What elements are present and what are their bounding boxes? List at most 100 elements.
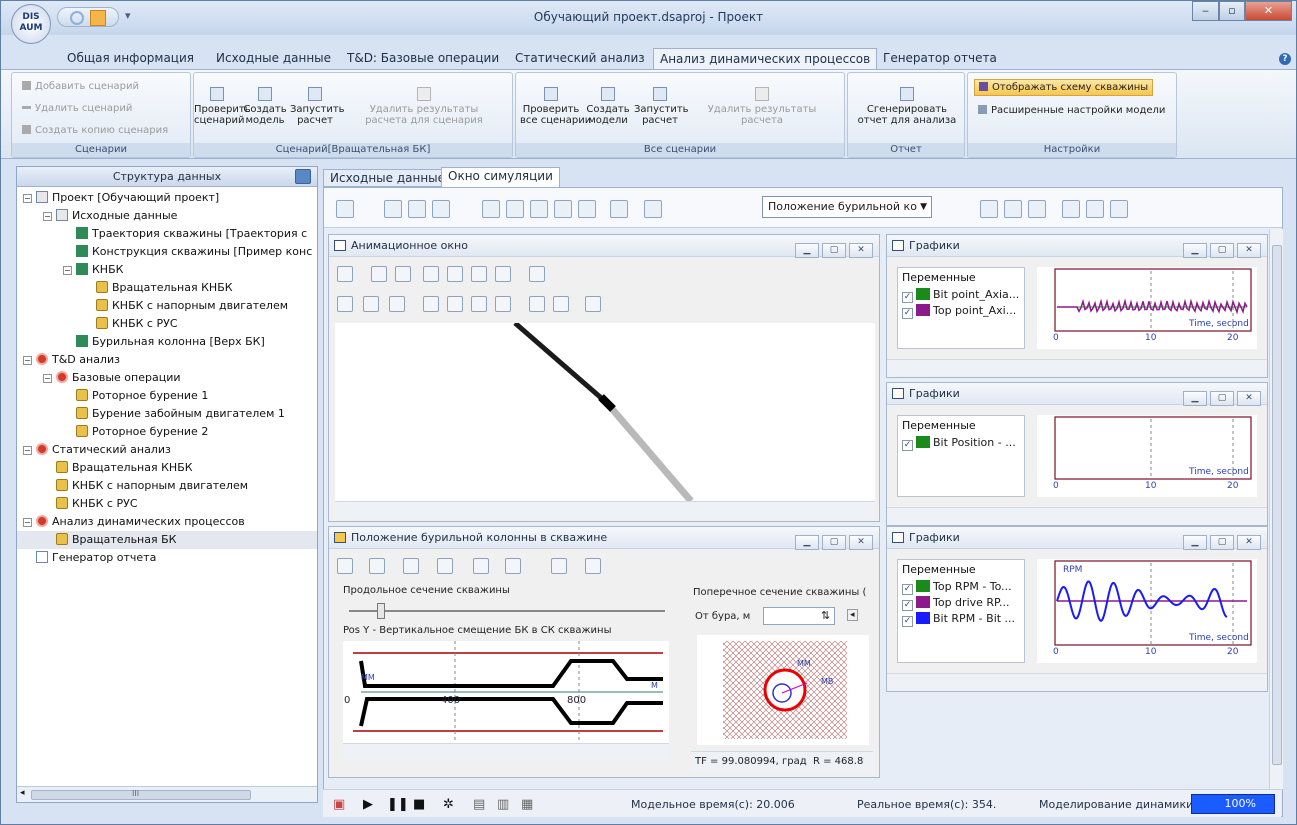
stop-red-icon[interactable]: ▣ [333, 797, 345, 812]
frame-icon[interactable] [505, 558, 521, 574]
new-window-icon[interactable] [384, 200, 402, 218]
histogram-icon[interactable] [1086, 200, 1104, 218]
tree-item[interactable]: − Проект [Обучающий проект] [17, 189, 317, 207]
advanced-settings-button[interactable]: Расширенные настройки модели [978, 105, 1165, 116]
tree-item[interactable]: Роторное бурение 2 [17, 423, 317, 441]
light-icon[interactable] [529, 296, 545, 312]
show-well-scheme-button[interactable]: Отображать схему скважины [974, 79, 1154, 96]
tree-item[interactable]: Траектория скважины [Траектория с [17, 225, 317, 243]
cube-solid-icon[interactable] [363, 296, 379, 312]
tree-item[interactable]: − Статический анализ [17, 441, 317, 459]
tab-doc-simulation[interactable]: Окно симуляции [441, 167, 560, 187]
scroll-left-icon[interactable]: ◂ [847, 609, 858, 621]
tree-item[interactable]: Вращательная БК [17, 531, 317, 549]
tree-item[interactable]: КНБК с напорным двигателем [17, 477, 317, 495]
fit-icon[interactable] [437, 558, 453, 574]
frame-3-icon[interactable]: ▦ [521, 797, 533, 812]
graph-plot[interactable]: 0 10 20 Time, second RPM [1037, 559, 1257, 663]
tree-item[interactable]: Вращательная КНБК [17, 279, 317, 297]
tree-item[interactable]: Вращательная КНБК [17, 459, 317, 477]
tree-item[interactable]: − Анализ динамических процессов [17, 513, 317, 531]
snapshot-icon[interactable] [336, 200, 354, 218]
run-calc-button[interactable]: Запустить расчет [290, 87, 345, 126]
layers-icon[interactable] [473, 558, 489, 574]
checkbox[interactable]: ✓ [902, 584, 913, 595]
tree-expand-icon[interactable]: − [23, 356, 32, 365]
variable-row[interactable]: ✓ Top point_Axi... [898, 303, 1024, 319]
pause-icon[interactable]: ❚❚ [387, 797, 409, 812]
variable-row[interactable]: ✓ Bit RPM - Bit ... [898, 611, 1024, 627]
scroll-thumb[interactable]: III [31, 789, 251, 800]
maximize-button[interactable]: ▢ [1210, 391, 1234, 406]
minimize-button[interactable]: ‒ [1192, 1, 1219, 21]
wand-icon[interactable] [644, 200, 662, 218]
create-models-button[interactable]: Создать модели [584, 87, 632, 126]
animation-canvas[interactable] [335, 321, 875, 504]
camera-icon[interactable] [337, 266, 353, 282]
open-icon[interactable] [530, 200, 548, 218]
delete-all-results-button[interactable]: Удалить результаты расчета [690, 87, 834, 126]
tree-item[interactable]: КНБК с РУС [17, 495, 317, 513]
tree-item[interactable]: − Базовые операции [17, 369, 317, 387]
tree-expand-icon[interactable]: − [23, 194, 32, 203]
add-scenario-button[interactable]: Добавить сценарий [22, 81, 139, 92]
tree-item[interactable]: Роторное бурение 1 [17, 387, 317, 405]
move-icon[interactable] [447, 266, 463, 282]
tree-item[interactable]: Конструкция скважины [Пример конс [17, 243, 317, 261]
target-icon[interactable] [369, 558, 385, 574]
export-icon[interactable] [578, 200, 596, 218]
cube-shaded-icon[interactable] [389, 296, 405, 312]
variable-row[interactable]: ✓ Bit Position - ... [898, 435, 1024, 451]
window-close-icon[interactable] [1004, 200, 1022, 218]
list-icon[interactable] [408, 200, 426, 218]
tree-item[interactable]: − КНБК [17, 261, 317, 279]
tree-expand-icon[interactable]: − [23, 446, 32, 455]
close-button[interactable]: ✕ [1245, 1, 1292, 21]
view-select[interactable]: Положение бурильной ко ▼ [762, 196, 932, 218]
generate-report-button[interactable]: Сгенерировать отчет для анализа [852, 87, 962, 126]
save-as-icon[interactable] [554, 200, 572, 218]
checkbox[interactable]: ✓ [902, 616, 913, 627]
graph-plot[interactable]: 0 10 20 Time, second [1037, 267, 1257, 349]
long-section-plot[interactable]: 400 800 0 MM M [343, 641, 669, 743]
spin-icon[interactable]: ⇅ [821, 609, 830, 622]
clear-icon[interactable] [551, 558, 567, 574]
close-button[interactable]: ✕ [1237, 535, 1261, 550]
tab-report-generator[interactable]: Генератор отчета [883, 51, 997, 69]
maximize-button[interactable]: ▫ [1219, 1, 1245, 21]
clear-icon[interactable] [585, 296, 601, 312]
play-icon[interactable]: ▶ [363, 797, 373, 812]
run-all-button[interactable]: Запустить расчет [634, 87, 689, 126]
tab-general-info[interactable]: Общая информация [67, 51, 194, 69]
tab-dynamic-analysis[interactable]: Анализ динамических процессов [653, 48, 878, 69]
delete-results-button[interactable]: Удалить результаты расчета для сценария [344, 87, 504, 126]
variable-row[interactable]: ✓ Top RPM - To... [898, 579, 1024, 595]
pencil-icon[interactable] [471, 296, 487, 312]
table-icon[interactable] [1062, 200, 1080, 218]
eye-icon[interactable] [529, 266, 545, 282]
maximize-button[interactable]: ▢ [822, 535, 846, 550]
pin-icon[interactable] [295, 169, 311, 184]
slider-thumb[interactable] [377, 603, 385, 619]
layout-icon[interactable] [482, 200, 500, 218]
minimize-button[interactable]: ▁ [1183, 243, 1207, 258]
axes-icon[interactable] [553, 296, 569, 312]
zoom-region-icon[interactable] [403, 558, 419, 574]
settings-icon[interactable]: ✲ [443, 797, 454, 812]
expand-icon[interactable] [585, 558, 601, 574]
frame-1-icon[interactable]: ▤ [473, 797, 485, 812]
delete-scenario-button[interactable]: Удалить сценарий [22, 103, 132, 114]
tree-item[interactable]: КНБК с РУС [17, 315, 317, 333]
pan-hand-icon[interactable] [423, 266, 439, 282]
checkbox[interactable]: ✓ [902, 600, 913, 611]
scroll-thumb[interactable] [1272, 245, 1282, 765]
maximize-button[interactable]: ▢ [822, 243, 846, 258]
checkbox[interactable]: ✓ [902, 292, 913, 303]
pipe-icon[interactable] [423, 296, 439, 312]
tab-doc-source-data[interactable]: Исходные данные [323, 169, 453, 187]
create-model-button[interactable]: Создать модель [242, 87, 288, 126]
line-red-icon[interactable] [447, 296, 463, 312]
tree-expand-icon[interactable]: − [43, 374, 52, 383]
close-button[interactable]: ✕ [849, 243, 873, 258]
tree-item[interactable]: КНБК с напорным двигателем [17, 297, 317, 315]
